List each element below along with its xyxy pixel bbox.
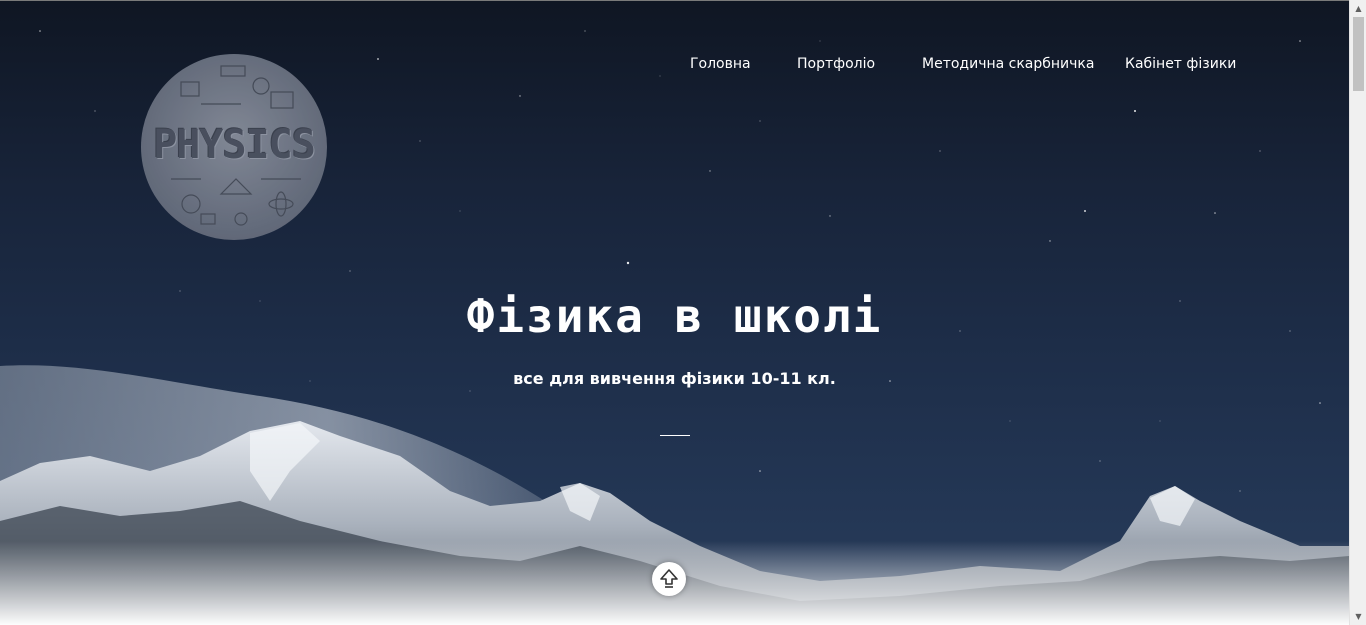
nav-item-portfolio[interactable]: Портфоліо xyxy=(797,56,875,72)
title-divider xyxy=(660,435,690,436)
nav-item-physics-cabinet[interactable]: Кабінет фізики xyxy=(1125,56,1236,72)
nav-item-home[interactable]: Головна xyxy=(690,56,751,72)
hero-subtitle: все для вивчення фізики 10-11 кл. xyxy=(513,369,836,388)
scroll-down-arrow-icon[interactable]: ▼ xyxy=(1350,608,1366,625)
scrollbar-thumb[interactable] xyxy=(1353,17,1364,91)
page: PHYSICS Головна Портфоліо Методична скар… xyxy=(0,0,1366,625)
main-navigation: Головна Портфоліо Методична скарбничка К… xyxy=(0,56,1349,76)
scroll-up-button[interactable] xyxy=(652,562,686,596)
vertical-scrollbar[interactable]: ▲ ▼ xyxy=(1349,0,1366,625)
scroll-up-arrow-icon[interactable]: ▲ xyxy=(1350,0,1366,17)
hero-title: Фізика в школі xyxy=(466,289,883,343)
physics-logo[interactable]: PHYSICS xyxy=(141,54,327,240)
arrow-up-icon xyxy=(660,569,678,588)
nav-item-methodical-collection[interactable]: Методична скарбничка xyxy=(922,56,1094,72)
hero-section: PHYSICS Головна Портфоліо Методична скар… xyxy=(0,0,1349,625)
logo-text: PHYSICS xyxy=(153,122,316,168)
